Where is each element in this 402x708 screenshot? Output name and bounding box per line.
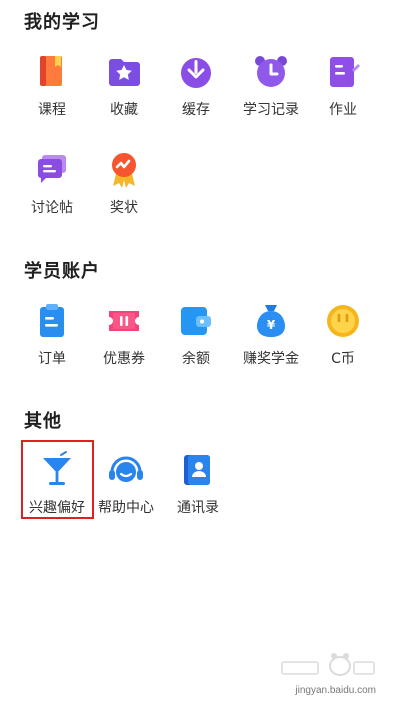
- star-folder-icon: [109, 59, 140, 86]
- clipboard-icon: [40, 304, 64, 337]
- homework-icon: [330, 57, 360, 87]
- account-item-scholarship[interactable]: ¥ 赚奖学金: [233, 301, 309, 381]
- study-item-label: 课程: [38, 102, 66, 118]
- other-item-contacts[interactable]: 通讯录: [160, 450, 236, 530]
- account-item-coins[interactable]: C币: [305, 301, 381, 381]
- watermark-text: jingyan.baidu.com: [295, 685, 376, 696]
- study-item-homework[interactable]: 作业: [305, 52, 381, 132]
- study-item-cache[interactable]: 缓存: [158, 52, 234, 132]
- headset-icon: [109, 456, 143, 482]
- study-item-label: 作业: [329, 102, 357, 118]
- account-item-label: C币: [331, 351, 355, 367]
- account-item-label: 订单: [38, 351, 66, 367]
- other-item-label: 帮助中心: [98, 500, 154, 516]
- study-item-favorites[interactable]: 收藏: [86, 52, 162, 132]
- account-item-coupons[interactable]: 优惠券: [86, 301, 162, 381]
- study-item-label: 学习记录: [243, 102, 299, 118]
- study-item-courses[interactable]: 课程: [14, 52, 90, 132]
- study-item-history[interactable]: 学习记录: [233, 52, 309, 132]
- account-item-label: 赚奖学金: [243, 351, 299, 367]
- account-item-label: 余额: [182, 351, 210, 367]
- other-item-label: 通讯录: [177, 500, 219, 516]
- coupon-icon: [109, 311, 139, 331]
- book-icon: [40, 56, 62, 86]
- section-title-other: 其他: [24, 411, 62, 432]
- study-item-discussion[interactable]: 讨论帖: [14, 150, 90, 230]
- study-item-awards[interactable]: 奖状: [86, 150, 162, 230]
- other-item-interests[interactable]: 兴趣偏好: [19, 450, 95, 530]
- study-item-label: 收藏: [110, 102, 138, 118]
- section-title-study: 我的学习: [24, 12, 100, 33]
- other-item-help[interactable]: 帮助中心: [88, 450, 164, 530]
- wallet-icon: [181, 307, 211, 335]
- study-item-label: 讨论帖: [31, 200, 73, 216]
- coin-icon: [327, 305, 359, 337]
- account-item-orders[interactable]: 订单: [14, 301, 90, 381]
- study-item-label: 缓存: [182, 102, 210, 118]
- contacts-icon: [184, 455, 210, 485]
- money-bag-icon: ¥: [257, 305, 285, 337]
- svg-text:¥: ¥: [267, 318, 276, 332]
- study-item-label: 奖状: [110, 200, 138, 216]
- medal-icon: [112, 153, 136, 188]
- download-icon: [181, 58, 211, 88]
- cocktail-glass-icon: [43, 451, 71, 485]
- account-item-label: 优惠券: [103, 351, 145, 367]
- account-item-balance[interactable]: 余额: [158, 301, 234, 381]
- other-item-label: 兴趣偏好: [29, 500, 85, 516]
- chat-bubble-icon: [38, 155, 66, 183]
- alarm-clock-icon: [255, 56, 287, 87]
- section-title-account: 学员账户: [24, 261, 100, 282]
